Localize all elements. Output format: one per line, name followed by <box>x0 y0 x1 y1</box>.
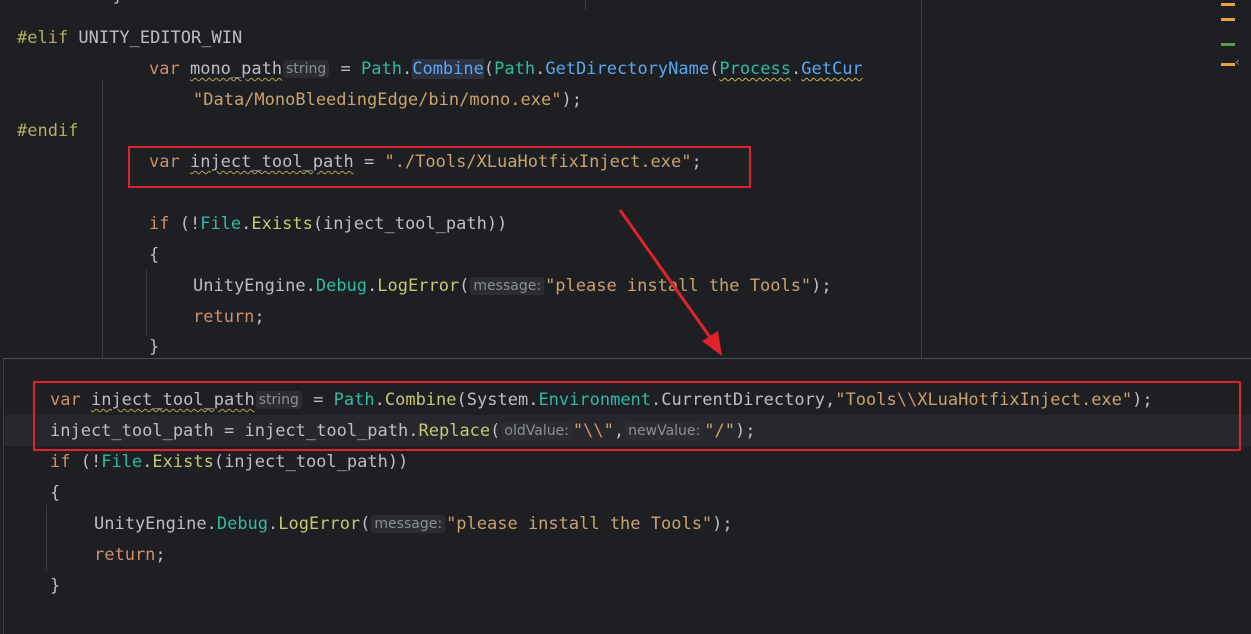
warning-marker[interactable] <box>1221 18 1235 21</box>
args: (inject_tool_path)) <box>213 452 409 472</box>
method-logerror[interactable]: LogError <box>278 514 360 534</box>
preprocessor-elif: #elif <box>17 28 69 48</box>
bottom-editor-panel[interactable]: var inject_tool_path string = Path.Combin… <box>3 358 1251 634</box>
close-paren: ); <box>561 90 582 110</box>
code-line-brace-open: { <box>149 244 159 266</box>
code-line-mono-string[interactable]: "Data/MonoBleedingEdge/bin/mono.exe"); <box>193 89 582 111</box>
close-paren: ); <box>712 514 733 534</box>
paren: ( <box>483 59 495 79</box>
dot: . <box>535 59 546 79</box>
keyword-return: return <box>193 307 255 327</box>
dot: . <box>206 514 217 534</box>
symbol-text: UNITY_EDITOR_WIN <box>68 28 243 48</box>
class-path[interactable]: Path <box>494 59 535 79</box>
string-literal: "Data/MonoBleedingEdge/bin/mono.exe" <box>193 90 562 110</box>
divider <box>585 0 586 10</box>
code-line-return[interactable]: return; <box>94 544 166 566</box>
brace: } <box>149 337 160 357</box>
code-line-brace-close: } <box>149 336 159 358</box>
code-line-endif[interactable]: #endif <box>17 120 78 142</box>
preprocessor-endif: #endif <box>17 121 79 141</box>
dot: . <box>268 514 279 534</box>
class-debug[interactable]: Debug <box>217 514 268 534</box>
brace: { <box>149 245 160 265</box>
semicolon: ; <box>155 545 166 565</box>
code-line-mono-path[interactable]: var mono_path string = Path.Combine(Path.… <box>149 58 863 80</box>
paren: ( <box>459 276 470 296</box>
variable-mono-path[interactable]: mono_path <box>190 59 282 79</box>
keyword-if: if <box>50 452 71 472</box>
dot: . <box>142 452 153 472</box>
semicolon: ; <box>254 307 265 327</box>
method-logerror[interactable]: LogError <box>377 276 459 296</box>
dot: . <box>241 214 252 234</box>
brace: { <box>50 483 61 503</box>
class-process[interactable]: Process <box>719 59 791 79</box>
class-path[interactable]: Path <box>361 59 402 79</box>
method-getcur[interactable]: GetCur <box>801 59 862 79</box>
warning-marker[interactable] <box>1221 3 1235 6</box>
indent-guide <box>102 80 103 358</box>
namespace-unityengine[interactable]: UnityEngine <box>94 514 207 534</box>
class-file[interactable]: File <box>200 214 241 234</box>
indent-guide <box>46 505 47 571</box>
code-line-brace-close: } <box>50 575 60 597</box>
string-literal: "please install the Tools" <box>545 276 812 296</box>
param-hint: message: <box>371 515 446 533</box>
dot: . <box>367 276 378 296</box>
dot: . <box>305 276 316 296</box>
highlight-box-new-path <box>33 381 1241 451</box>
code-line-if[interactable]: if (!File.Exists(inject_tool_path)) <box>50 451 408 473</box>
class-file[interactable]: File <box>101 452 142 472</box>
string-literal: "please install the Tools" <box>446 514 713 534</box>
class-debug[interactable]: Debug <box>316 276 367 296</box>
method-exists[interactable]: Exists <box>152 452 213 472</box>
method-getdirectoryname[interactable]: GetDirectoryName <box>545 59 709 79</box>
paren: (! <box>70 452 102 472</box>
code-line-logerror[interactable]: UnityEngine.Debug.LogError(message: "plea… <box>193 275 832 297</box>
type-hint: string <box>283 60 330 78</box>
warning-marker[interactable] <box>1221 63 1235 66</box>
chevron-left-icon[interactable]: ‹ <box>1234 55 1241 69</box>
code-line-if[interactable]: if (!File.Exists(inject_tool_path)) <box>149 213 507 235</box>
close-paren: ); <box>811 276 832 296</box>
keyword-var: var <box>149 59 180 79</box>
paren: ( <box>360 514 371 534</box>
paren: (! <box>169 214 201 234</box>
code-line-elif[interactable]: #elif UNITY_EDITOR_WIN <box>17 27 242 49</box>
args: (inject_tool_path)) <box>312 214 508 234</box>
method-exists[interactable]: Exists <box>251 214 312 234</box>
change-marker[interactable] <box>1221 43 1235 46</box>
indent-guide <box>146 270 147 336</box>
top-editor-panel[interactable]: } #elif UNITY_EDITOR_WIN var mono_pathst… <box>0 0 921 358</box>
code-line-return[interactable]: return; <box>193 306 265 328</box>
namespace-unityengine[interactable]: UnityEngine <box>193 276 306 296</box>
dot: . <box>791 59 802 79</box>
method-combine[interactable]: Combine <box>412 59 484 79</box>
keyword-return: return <box>94 545 156 565</box>
operator: = <box>330 59 362 79</box>
dot: . <box>401 59 413 79</box>
paren: ( <box>709 59 720 79</box>
keyword-if: if <box>149 214 170 234</box>
code-line-brace-open: { <box>50 482 60 504</box>
highlight-box-old-path <box>128 146 751 188</box>
right-editor-strip: ‹ <box>585 0 1251 358</box>
code-line-partial: } <box>0 0 123 7</box>
param-hint: message: <box>470 277 545 295</box>
brace: } <box>50 576 61 596</box>
code-line-logerror[interactable]: UnityEngine.Debug.LogError(message: "plea… <box>94 513 733 535</box>
